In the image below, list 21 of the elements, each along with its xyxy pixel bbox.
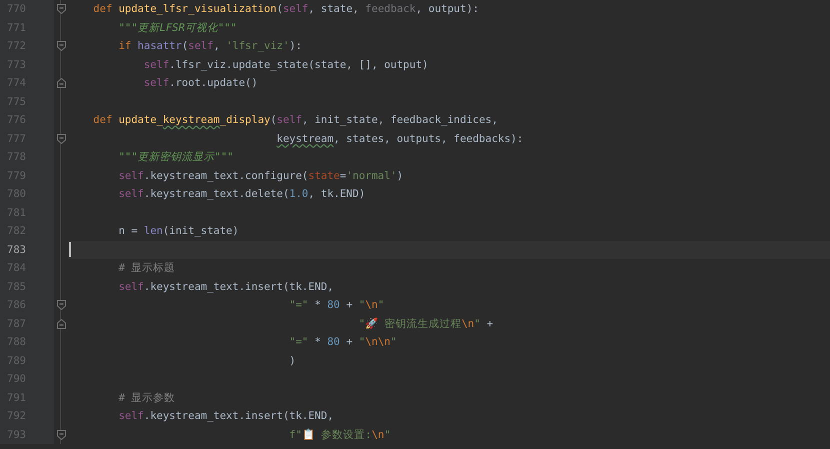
code-line: def update_keystream_display(self, init_state, feedback_indices, xyxy=(92,113,498,128)
code-line: "=" * 80 + "\n" xyxy=(288,298,384,313)
code-line: self.keystream_text.insert(tk.END, xyxy=(118,409,334,424)
line-number: 783 xyxy=(0,240,54,259)
code-line: ) xyxy=(288,354,296,368)
code-line: """更新密钥流显示""" xyxy=(118,150,234,165)
code-line: if hasattr(self, 'lfsr_viz'): xyxy=(118,39,302,54)
code-line: # 显示标题 xyxy=(118,261,176,276)
code-line: n = len(init_state) xyxy=(118,224,239,239)
code-line: self.keystream_text.insert(tk.END, xyxy=(118,280,334,294)
code-line: self.keystream_text.delete(1.0, tk.END) xyxy=(118,187,366,202)
code-line: f"📋 参数设置:\n" xyxy=(288,428,391,442)
code-line: self.lfsr_viz.update_state(state, [], output) xyxy=(142,58,428,72)
code-line: keystream, states, outputs, feedbacks): xyxy=(276,132,524,146)
code-line: "🚀 密钥流生成过程\n" + xyxy=(358,316,494,332)
code-line: """更新LFSR可视化""" xyxy=(118,20,237,36)
code-line: self.keystream_text.configure(state='normal') xyxy=(118,168,404,184)
code-line: self.root.update() xyxy=(142,76,258,91)
code-line: # 显示参数 xyxy=(118,390,176,406)
code-line: "=" * 80 + "\n\n" xyxy=(288,335,397,350)
code-line: def update_lfsr_visualization(self, state, feedback, output): xyxy=(92,2,479,17)
